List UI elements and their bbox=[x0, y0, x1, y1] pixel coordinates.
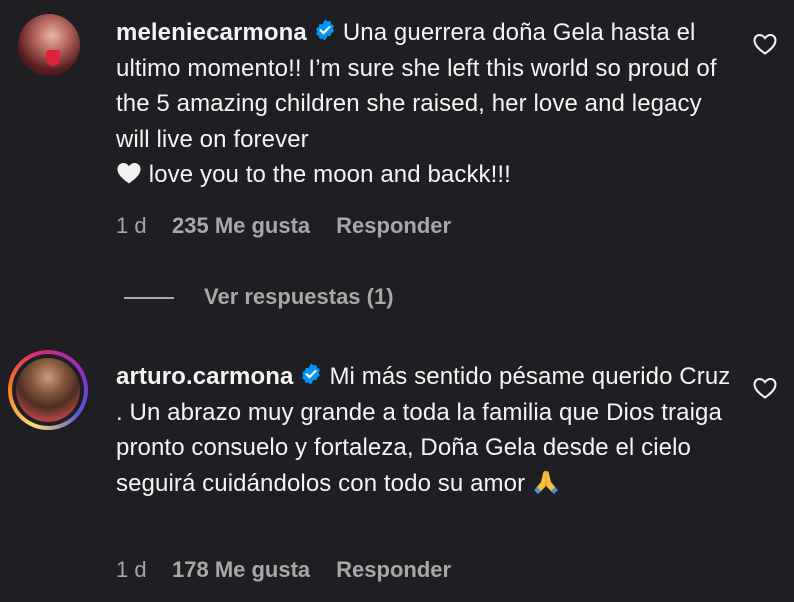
story-ring-gap bbox=[12, 354, 84, 426]
white-heart-emoji-icon bbox=[117, 163, 141, 184]
comment-timestamp[interactable]: 1 d bbox=[116, 555, 172, 585]
like-heart-icon[interactable] bbox=[752, 376, 778, 400]
comment-text-continued: love you to the moon and backk!!! bbox=[142, 161, 511, 188]
comment-like-count[interactable]: 235 Me gusta bbox=[172, 211, 310, 241]
avatar[interactable] bbox=[8, 350, 88, 430]
view-replies-button[interactable]: Ver respuestas (1) bbox=[124, 283, 394, 311]
verified-badge-icon bbox=[316, 19, 334, 41]
comment-meta: 1 d 178 Me gusta Responder bbox=[116, 555, 451, 585]
comment-like-count[interactable]: 178 Me gusta bbox=[172, 555, 310, 585]
comment-username[interactable]: meleniecarmona bbox=[116, 19, 307, 46]
avatar-photo bbox=[16, 358, 80, 422]
comment-meta: 1 d 235 Me gusta Responder bbox=[116, 211, 451, 241]
reply-button[interactable]: Responder bbox=[336, 555, 451, 585]
avatar[interactable] bbox=[18, 14, 80, 76]
reply-button[interactable]: Responder bbox=[336, 211, 451, 241]
comment-body: arturo.carmona Mi más sentido pésame que… bbox=[116, 359, 736, 501]
like-heart-icon[interactable] bbox=[752, 32, 778, 56]
avatar-photo-detail bbox=[46, 50, 60, 66]
replies-divider-line bbox=[124, 297, 174, 300]
comment-timestamp[interactable]: 1 d bbox=[116, 211, 172, 241]
view-replies-label: Ver respuestas (1) bbox=[204, 284, 394, 309]
comment-body: meleniecarmona Una guerrera doña Gela ha… bbox=[116, 15, 736, 193]
comment-username[interactable]: arturo.carmona bbox=[116, 363, 293, 390]
folded-hands-emoji-icon bbox=[533, 470, 558, 494]
verified-badge-icon bbox=[302, 363, 321, 385]
